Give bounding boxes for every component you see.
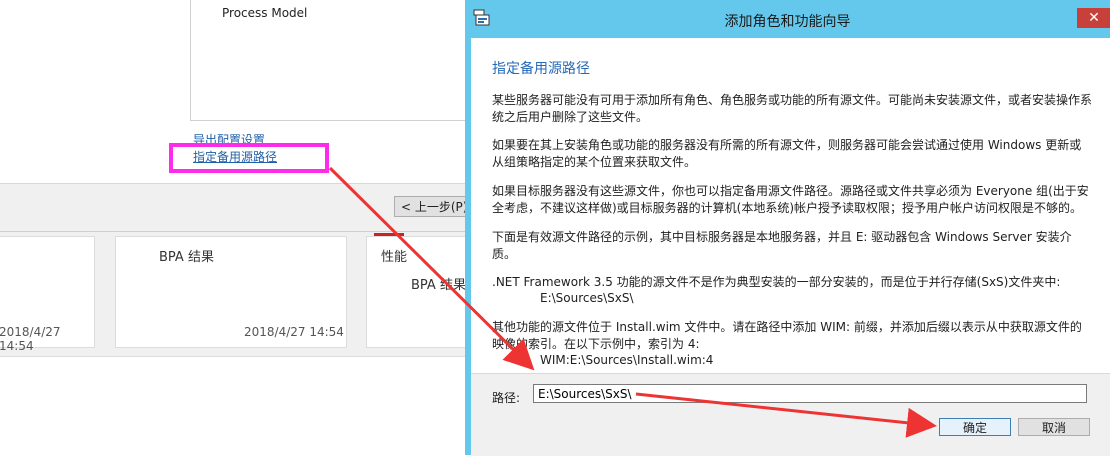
paragraph-3: 如果目标服务器没有这些源文件，你也可以指定备用源文件路径。源路径或文件共享必须为…	[492, 184, 1089, 215]
cancel-button[interactable]: 取消	[1018, 418, 1090, 436]
dashboard-tile[interactable]: BPA 结果 2018/4/27 14:54	[115, 236, 347, 348]
ok-button[interactable]: 确定	[939, 418, 1011, 436]
paragraph-2: 如果要在其上安装角色或功能的服务器没有所需的所有源文件，则服务器可能会尝试通过使…	[492, 138, 1082, 169]
path-label: 路径:	[492, 391, 521, 405]
paragraph-1: 某些服务器可能没有可用于添加所有角色、角色服务或功能的所有源文件。可能尚未安装源…	[492, 93, 1093, 124]
paragraph-6: 其他功能的源文件位于 Install.wim 文件中。请在路径中添加 WIM: …	[492, 320, 1082, 351]
tile-date: 2018/4/27 14:54	[0, 325, 61, 353]
paragraph-5: .NET Framework 3.5 功能的源文件不是作为典型安装的一部分安装的…	[492, 275, 1061, 289]
dashboard-tile[interactable]: 性能 BPA 结果	[366, 236, 476, 348]
previous-button[interactable]: < 上一步(P)	[394, 196, 470, 217]
path-input[interactable]	[533, 384, 1087, 403]
tile-title: BPA 结果	[159, 250, 214, 265]
highlight-annotation	[169, 143, 329, 173]
dialog-title: 添加角色和功能向导	[724, 14, 851, 30]
paragraph-4: 下面是有效源文件路径的示例，其中目标服务器是本地服务器，并且 E: 驱动器包含 …	[492, 230, 1072, 261]
bottom-area	[0, 356, 470, 456]
add-roles-wizard-dialog: 添加角色和功能向导 ✕ 指定备用源路径 某些服务器可能没有可用于添加所有角色、角…	[465, 0, 1110, 456]
dashboard-tile[interactable]: 2018/4/27 14:54	[0, 236, 95, 353]
close-icon: ✕	[1088, 10, 1100, 26]
close-button[interactable]: ✕	[1077, 8, 1110, 28]
tile-date: 2018/4/27 14:54	[244, 325, 344, 339]
example-wim-path: WIM:E:\Sources\Install.wim:4	[540, 353, 714, 367]
dialog-titlebar[interactable]: 添加角色和功能向导 ✕	[465, 0, 1110, 38]
tile-title: 性能	[381, 250, 408, 265]
tile-subtitle: BPA 结果	[411, 278, 466, 293]
page-heading: 指定备用源路径	[492, 61, 590, 77]
dialog-client-area: 指定备用源路径 某些服务器可能没有可用于添加所有角色、角色服务或功能的所有源文件…	[471, 38, 1110, 456]
example-sxs-path: E:\Sources\SxS\	[540, 291, 634, 305]
feature-list-item[interactable]: Process Model	[222, 6, 307, 20]
